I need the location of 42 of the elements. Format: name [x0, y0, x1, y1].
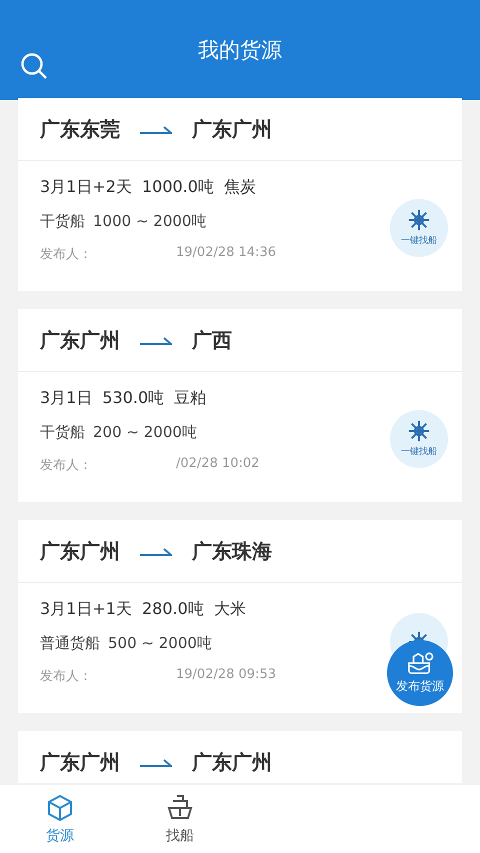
publisher-label: 发布人： — [40, 668, 92, 685]
origin-city: 广东东莞 — [40, 116, 120, 142]
destination-city: 广东广州 — [192, 116, 272, 142]
ship-type-text: 普通货船 — [40, 634, 100, 653]
destination-city: 广东珠海 — [192, 538, 272, 564]
cargo-card[interactable]: 广东广州 广东广州 — [18, 731, 462, 783]
box-icon — [45, 793, 75, 823]
tonnage-text: 1000 ~ 2000吨 — [93, 212, 206, 231]
tonnage-text: 500 ~ 2000吨 — [108, 634, 212, 653]
origin-city: 广东广州 — [40, 538, 120, 564]
publish-time: /02/28 10:02 — [176, 456, 260, 473]
weight-text: 1000.0吨 — [142, 177, 214, 198]
tonnage-text: 200 ~ 2000吨 — [93, 423, 197, 442]
ship-wheel-icon — [408, 420, 430, 442]
goods-text: 焦炭 — [224, 177, 256, 198]
page-title: 我的货源 — [198, 37, 282, 64]
schedule-text: 3月1日+1天 — [40, 599, 132, 620]
publisher-label: 发布人： — [40, 457, 92, 474]
tab-item[interactable]: 货源 — [0, 785, 120, 853]
origin-city: 广东广州 — [40, 748, 120, 776]
find-ship-button[interactable]: 一键找船 — [390, 410, 448, 468]
schedule-text: 3月1日+2天 — [40, 177, 132, 198]
cargo-card[interactable]: 广东广州 广西 3月1日 530.0吨 豆粕 干货船 200 ~ 2000吨 发布人： /02/28 10:02 一键找船 — [18, 309, 462, 502]
ship-type-text: 干货船 — [40, 212, 85, 231]
destination-city: 广东广州 — [192, 748, 272, 776]
schedule-text: 3月1日 — [40, 388, 92, 409]
goods-text: 大米 — [214, 599, 246, 620]
tab-item[interactable]: 找船 — [120, 785, 240, 853]
ship-wheel-icon — [408, 209, 430, 231]
find-ship-button[interactable]: 一键找船 — [390, 199, 448, 257]
destination-city: 广西 — [192, 326, 232, 354]
publish-time: 19/02/28 14:36 — [176, 245, 276, 262]
weight-text: 280.0吨 — [142, 599, 204, 620]
goods-text: 豆粕 — [174, 388, 206, 409]
cargo-card[interactable]: 广东东莞 广东广州 3月1日+2天 1000.0吨 焦炭 干货船 1000 ~ 2000吨 发布人： 19/02/28 14:36 一键找船 — [18, 98, 462, 291]
publish-icon — [406, 652, 434, 676]
weight-text: 530.0吨 — [102, 388, 164, 409]
publish-time: 19/02/28 09:53 — [176, 667, 276, 684]
origin-city: 广东广州 — [40, 326, 120, 354]
search-icon[interactable] — [20, 52, 48, 80]
publisher-label: 发布人： — [40, 246, 92, 263]
ship-type-text: 干货船 — [40, 423, 85, 442]
